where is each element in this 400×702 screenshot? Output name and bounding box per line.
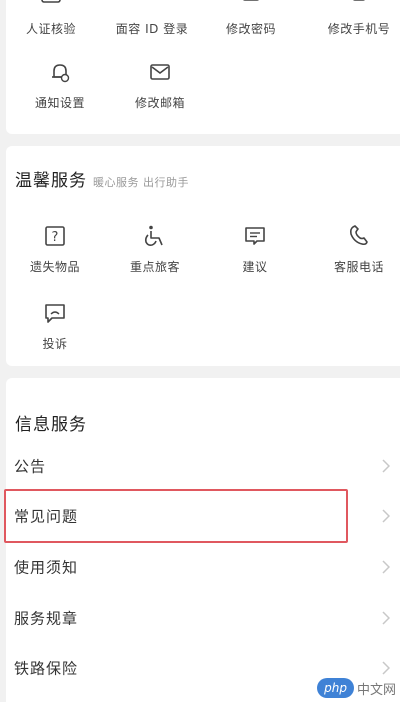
grid-item-suggestion[interactable]: 建议	[206, 224, 304, 275]
grid-item-change-password[interactable]: 修改密码	[202, 0, 300, 37]
grid-item-complaint[interactable]: 投诉	[6, 301, 104, 352]
grid-label: 人证核验	[25, 22, 76, 36]
grid-label: 修改邮箱	[134, 96, 185, 110]
chevron-right-icon	[382, 661, 390, 675]
grid-label: 客服电话	[333, 260, 384, 274]
grid-item-customer-service-phone[interactable]: 客服电话	[310, 224, 400, 275]
warm-service-subtitle: 暖心服务 出行助手	[93, 176, 189, 189]
complaint-icon	[45, 304, 65, 323]
grid-label: 重点旅客	[129, 260, 180, 274]
mail-icon	[150, 64, 170, 80]
list-item-service-rules[interactable]: 服务规章	[6, 593, 400, 643]
bell-settings-icon	[52, 64, 70, 83]
grid-label: 面容 ID 登录	[115, 22, 189, 36]
svg-text:?: ?	[52, 230, 59, 245]
warm-service-title: 温馨服务	[15, 171, 87, 191]
chevron-right-icon	[382, 509, 390, 523]
section-title-warm-service: 温馨服务 暖心服务 出行助手	[15, 166, 189, 191]
watermark-text: 中文网	[356, 682, 396, 698]
chevron-right-icon	[382, 459, 390, 473]
watermark: php 中文网	[317, 674, 396, 702]
section-title-info-service: 信息服务	[15, 415, 87, 435]
grid-label: 通知设置	[34, 96, 85, 110]
account-settings-card: 人证核验 面容 ID 登录 修改密码 修改手机号 通知设置 修改邮箱	[6, 0, 400, 134]
grid-label: 投诉	[42, 337, 68, 351]
id-verify-icon	[41, 0, 61, 3]
grid-label: 修改密码	[225, 22, 276, 36]
wheelchair-icon	[144, 225, 163, 246]
grid-item-id-verify[interactable]: 人证核验	[2, 0, 100, 37]
grid-item-priority-passengers[interactable]: 重点旅客	[106, 224, 204, 275]
grid-item-face-id[interactable]: 面容 ID 登录	[103, 0, 201, 37]
phone-edit-icon	[353, 0, 365, 1]
grid-item-lost-items[interactable]: ? 遗失物品	[6, 224, 104, 275]
watermark-badge: php	[317, 678, 354, 698]
list-item-label: 铁路保险	[14, 659, 79, 678]
list-item-announcement[interactable]: 公告	[6, 441, 400, 491]
lost-item-icon: ?	[45, 226, 65, 246]
grid-label: 修改手机号	[327, 22, 391, 36]
suggestion-icon	[245, 227, 265, 245]
list-item-label: 公告	[14, 457, 47, 476]
grid-item-change-phone[interactable]: 修改手机号	[310, 0, 400, 37]
list-item-label: 服务规章	[14, 609, 79, 628]
grid-label: 建议	[242, 260, 268, 274]
chevron-right-icon	[382, 611, 390, 625]
face-id-icon	[137, 0, 167, 10]
grid-item-change-email[interactable]: 修改邮箱	[111, 60, 209, 111]
warm-service-card: 温馨服务 暖心服务 出行助手 ? 遗失物品 重点旅客 建议 客服电话 投诉	[6, 146, 400, 366]
list-item-label: 使用须知	[14, 558, 79, 577]
chevron-right-icon	[382, 560, 390, 574]
highlight-box	[4, 489, 348, 543]
list-item-usage-notice[interactable]: 使用须知	[6, 542, 400, 592]
password-icon	[243, 0, 259, 1]
grid-label: 遗失物品	[29, 260, 80, 274]
grid-item-notification-settings[interactable]: 通知设置	[11, 60, 109, 111]
phone-icon	[349, 225, 368, 246]
